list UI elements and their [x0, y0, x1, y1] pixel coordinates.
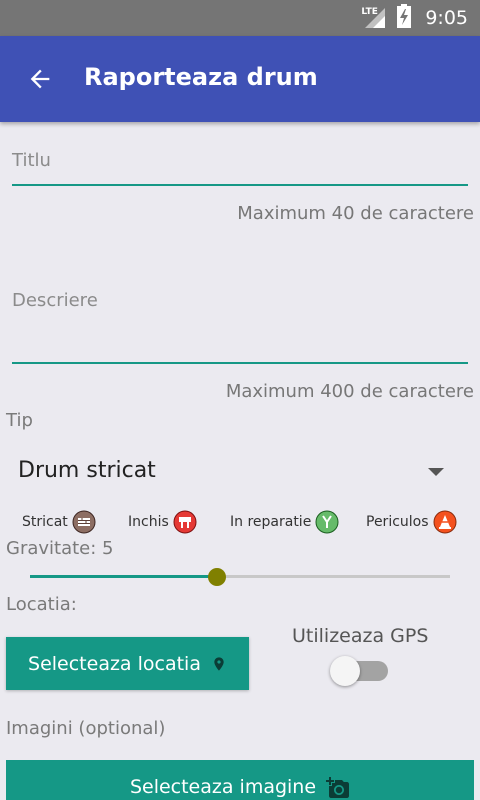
type-legend-item: In reparatie — [230, 508, 339, 536]
select-image-button[interactable]: Selecteaza imagine — [6, 760, 474, 800]
battery-charging-icon — [397, 4, 412, 32]
description-input[interactable]: Descriere — [12, 290, 468, 362]
danger-cone-icon — [433, 510, 457, 534]
type-legend-item: Periculos — [366, 508, 457, 536]
select-location-button[interactable]: Selecteaza locatia — [6, 637, 249, 690]
description-char-hint: Maximum 400 de caractere — [225, 381, 474, 402]
signal-icon: LTE — [361, 6, 387, 30]
broken-road-icon — [72, 510, 96, 534]
type-legend-label: Stricat — [22, 514, 68, 530]
use-gps-label: Utilizeaza GPS — [292, 625, 429, 647]
type-selected-value: Drum stricat — [18, 458, 156, 483]
road-repair-icon — [315, 510, 339, 534]
slider-thumb[interactable] — [207, 568, 226, 586]
severity-slider[interactable] — [30, 566, 450, 588]
title-char-hint: Maximum 40 de caractere — [237, 203, 474, 224]
location-pin-icon — [214, 656, 224, 671]
status-bar: LTE 9:05 — [0, 0, 480, 36]
type-legend-item: Stricat — [22, 508, 96, 536]
app-bar: Raporteaza drum — [0, 36, 480, 122]
road-closed-icon — [173, 510, 197, 534]
chevron-down-icon — [428, 468, 444, 476]
type-legend-label: Inchis — [128, 514, 169, 530]
type-dropdown[interactable]: Drum stricat — [18, 458, 458, 492]
description-underline — [12, 362, 468, 364]
use-gps-toggle[interactable] — [330, 656, 390, 686]
title-underline — [12, 184, 468, 186]
type-label: Tip — [6, 410, 33, 431]
page-title: Raporteaza drum — [84, 63, 318, 91]
select-image-label: Selecteaza imagine — [129, 776, 317, 798]
select-location-label: Selecteaza locatia — [28, 652, 201, 675]
images-label: Imagini (optional) — [6, 718, 166, 739]
type-legend: Stricat Inchis In reparatie Periculos — [22, 508, 462, 536]
switch-thumb — [330, 656, 360, 686]
clock: 9:05 — [425, 7, 468, 29]
severity-label: Gravitate: 5 — [6, 538, 114, 559]
title-placeholder: Titlu — [12, 150, 51, 171]
type-legend-label: Periculos — [366, 514, 429, 530]
slider-fill — [30, 575, 217, 578]
type-legend-label: In reparatie — [230, 514, 312, 530]
description-placeholder: Descriere — [12, 290, 98, 311]
type-legend-item: Inchis — [128, 508, 197, 536]
arrow-back-icon[interactable] — [26, 65, 54, 93]
camera-add-icon — [326, 777, 350, 798]
title-input[interactable]: Titlu — [12, 150, 468, 186]
location-label: Locatia: — [6, 594, 77, 615]
